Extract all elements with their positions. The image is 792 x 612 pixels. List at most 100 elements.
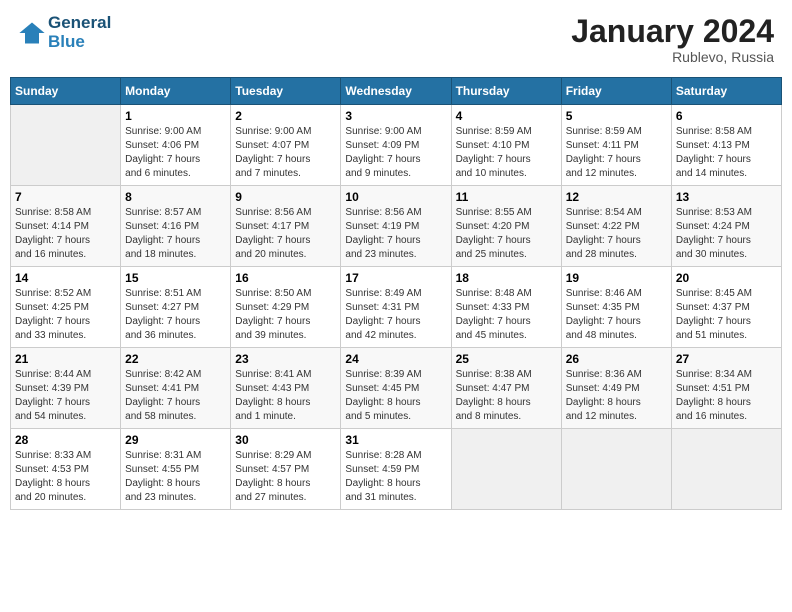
day-number: 5 [566, 109, 667, 123]
day-number: 30 [235, 433, 336, 447]
calendar-cell: 6 Sunrise: 8:58 AMSunset: 4:13 PMDaylight… [671, 105, 781, 186]
day-number: 11 [456, 190, 557, 204]
weekday-header-tuesday: Tuesday [231, 78, 341, 105]
calendar-cell: 17Sunrise: 8:49 AMSunset: 4:31 PMDayligh… [341, 267, 451, 348]
calendar-cell: 5 Sunrise: 8:59 AMSunset: 4:11 PMDaylight… [561, 105, 671, 186]
calendar-cell: 11 Sunrise: 8:55 AMSunset: 4:20 PMDayligh… [451, 186, 561, 267]
calendar-week-row: 21 Sunrise: 8:44 AMSunset: 4:39 PMDayligh… [11, 348, 782, 429]
logo-icon [18, 19, 46, 47]
calendar-cell: 9 Sunrise: 8:56 AMSunset: 4:17 PMDaylight… [231, 186, 341, 267]
day-info: Sunrise: 8:34 AMSunset: 4:51 PMDaylight:… [676, 368, 777, 424]
calendar-cell [451, 429, 561, 510]
calendar-cell: 10 Sunrise: 8:56 AMSunset: 4:19 PMDayligh… [341, 186, 451, 267]
day-number: 26 [566, 352, 667, 366]
calendar-cell: 26 Sunrise: 8:36 AMSunset: 4:49 PMDayligh… [561, 348, 671, 429]
day-number: 10 [345, 190, 446, 204]
day-number: 3 [345, 109, 446, 123]
day-info: Sunrise: 8:56 AMSunset: 4:19 PMDaylight:… [345, 206, 446, 262]
calendar-cell: 7 Sunrise: 8:58 AMSunset: 4:14 PMDaylight… [11, 186, 121, 267]
day-number: 28 [15, 433, 116, 447]
calendar-cell: 15Sunrise: 8:51 AMSunset: 4:27 PMDayligh… [121, 267, 231, 348]
calendar-cell: 1 Sunrise: 9:00 AMSunset: 4:06 PMDaylight… [121, 105, 231, 186]
calendar-cell [561, 429, 671, 510]
weekday-header-friday: Friday [561, 78, 671, 105]
calendar-cell: 2 Sunrise: 9:00 AMSunset: 4:07 PMDaylight… [231, 105, 341, 186]
day-number: 27 [676, 352, 777, 366]
day-number: 12 [566, 190, 667, 204]
calendar-cell: 19 Sunrise: 8:46 AMSunset: 4:35 PMDayligh… [561, 267, 671, 348]
calendar-cell: 29Sunrise: 8:31 AMSunset: 4:55 PMDayligh… [121, 429, 231, 510]
day-number: 21 [15, 352, 116, 366]
day-number: 25 [456, 352, 557, 366]
day-number: 2 [235, 109, 336, 123]
calendar-week-row: 28 Sunrise: 8:33 AMSunset: 4:53 PMDayligh… [11, 429, 782, 510]
day-number: 17 [345, 271, 446, 285]
day-info: Sunrise: 8:57 AMSunset: 4:16 PMDaylight:… [125, 206, 226, 262]
day-info: Sunrise: 8:59 AMSunset: 4:11 PMDaylight:… [566, 125, 667, 181]
calendar-week-row: 14Sunrise: 8:52 AMSunset: 4:25 PMDayligh… [11, 267, 782, 348]
day-info: Sunrise: 9:00 AMSunset: 4:06 PMDaylight:… [125, 125, 226, 181]
day-info: Sunrise: 8:39 AMSunset: 4:45 PMDaylight:… [345, 368, 446, 424]
calendar-cell: 27 Sunrise: 8:34 AMSunset: 4:51 PMDayligh… [671, 348, 781, 429]
day-info: Sunrise: 8:58 AMSunset: 4:14 PMDaylight:… [15, 206, 116, 262]
weekday-header-row: SundayMondayTuesdayWednesdayThursdayFrid… [11, 78, 782, 105]
calendar-week-row: 1 Sunrise: 9:00 AMSunset: 4:06 PMDaylight… [11, 105, 782, 186]
day-info: Sunrise: 8:56 AMSunset: 4:17 PMDaylight:… [235, 206, 336, 262]
calendar-week-row: 7 Sunrise: 8:58 AMSunset: 4:14 PMDaylight… [11, 186, 782, 267]
day-number: 6 [676, 109, 777, 123]
day-number: 18 [456, 271, 557, 285]
day-number: 9 [235, 190, 336, 204]
day-number: 15 [125, 271, 226, 285]
day-number: 29 [125, 433, 226, 447]
calendar-cell [671, 429, 781, 510]
day-info: Sunrise: 8:58 AMSunset: 4:13 PMDaylight:… [676, 125, 777, 181]
day-info: Sunrise: 8:59 AMSunset: 4:10 PMDaylight:… [456, 125, 557, 181]
day-number: 31 [345, 433, 446, 447]
calendar-cell: 8 Sunrise: 8:57 AMSunset: 4:16 PMDaylight… [121, 186, 231, 267]
calendar-table: SundayMondayTuesdayWednesdayThursdayFrid… [10, 77, 782, 510]
day-number: 13 [676, 190, 777, 204]
weekday-header-sunday: Sunday [11, 78, 121, 105]
location-subtitle: Rublevo, Russia [571, 49, 774, 65]
month-title: January 2024 [571, 14, 774, 49]
calendar-cell: 14Sunrise: 8:52 AMSunset: 4:25 PMDayligh… [11, 267, 121, 348]
day-number: 1 [125, 109, 226, 123]
day-info: Sunrise: 9:00 AMSunset: 4:07 PMDaylight:… [235, 125, 336, 181]
logo-text: General Blue [48, 14, 111, 51]
weekday-header-thursday: Thursday [451, 78, 561, 105]
day-number: 19 [566, 271, 667, 285]
day-number: 20 [676, 271, 777, 285]
day-info: Sunrise: 8:46 AMSunset: 4:35 PMDaylight:… [566, 287, 667, 343]
day-info: Sunrise: 8:33 AMSunset: 4:53 PMDaylight:… [15, 449, 116, 505]
calendar-cell: 23Sunrise: 8:41 AMSunset: 4:43 PMDayligh… [231, 348, 341, 429]
calendar-cell: 13Sunrise: 8:53 AMSunset: 4:24 PMDayligh… [671, 186, 781, 267]
day-info: Sunrise: 8:48 AMSunset: 4:33 PMDaylight:… [456, 287, 557, 343]
calendar-cell: 12Sunrise: 8:54 AMSunset: 4:22 PMDayligh… [561, 186, 671, 267]
day-info: Sunrise: 8:42 AMSunset: 4:41 PMDaylight:… [125, 368, 226, 424]
day-info: Sunrise: 8:44 AMSunset: 4:39 PMDaylight:… [15, 368, 116, 424]
day-number: 4 [456, 109, 557, 123]
weekday-header-saturday: Saturday [671, 78, 781, 105]
logo: General Blue [18, 14, 111, 51]
day-info: Sunrise: 9:00 AMSunset: 4:09 PMDaylight:… [345, 125, 446, 181]
calendar-cell: 31 Sunrise: 8:28 AMSunset: 4:59 PMDayligh… [341, 429, 451, 510]
day-info: Sunrise: 8:55 AMSunset: 4:20 PMDaylight:… [456, 206, 557, 262]
day-info: Sunrise: 8:50 AMSunset: 4:29 PMDaylight:… [235, 287, 336, 343]
weekday-header-monday: Monday [121, 78, 231, 105]
day-info: Sunrise: 8:36 AMSunset: 4:49 PMDaylight:… [566, 368, 667, 424]
day-number: 8 [125, 190, 226, 204]
day-info: Sunrise: 8:45 AMSunset: 4:37 PMDaylight:… [676, 287, 777, 343]
day-info: Sunrise: 8:28 AMSunset: 4:59 PMDaylight:… [345, 449, 446, 505]
day-info: Sunrise: 8:41 AMSunset: 4:43 PMDaylight:… [235, 368, 336, 424]
day-info: Sunrise: 8:52 AMSunset: 4:25 PMDaylight:… [15, 287, 116, 343]
day-number: 7 [15, 190, 116, 204]
calendar-cell: 28 Sunrise: 8:33 AMSunset: 4:53 PMDayligh… [11, 429, 121, 510]
calendar-cell: 25Sunrise: 8:38 AMSunset: 4:47 PMDayligh… [451, 348, 561, 429]
calendar-cell: 21 Sunrise: 8:44 AMSunset: 4:39 PMDayligh… [11, 348, 121, 429]
day-number: 24 [345, 352, 446, 366]
day-info: Sunrise: 8:29 AMSunset: 4:57 PMDaylight:… [235, 449, 336, 505]
calendar-cell: 22Sunrise: 8:42 AMSunset: 4:41 PMDayligh… [121, 348, 231, 429]
calendar-cell: 3 Sunrise: 9:00 AMSunset: 4:09 PMDaylight… [341, 105, 451, 186]
calendar-cell: 4 Sunrise: 8:59 AMSunset: 4:10 PMDaylight… [451, 105, 561, 186]
calendar-cell: 16Sunrise: 8:50 AMSunset: 4:29 PMDayligh… [231, 267, 341, 348]
